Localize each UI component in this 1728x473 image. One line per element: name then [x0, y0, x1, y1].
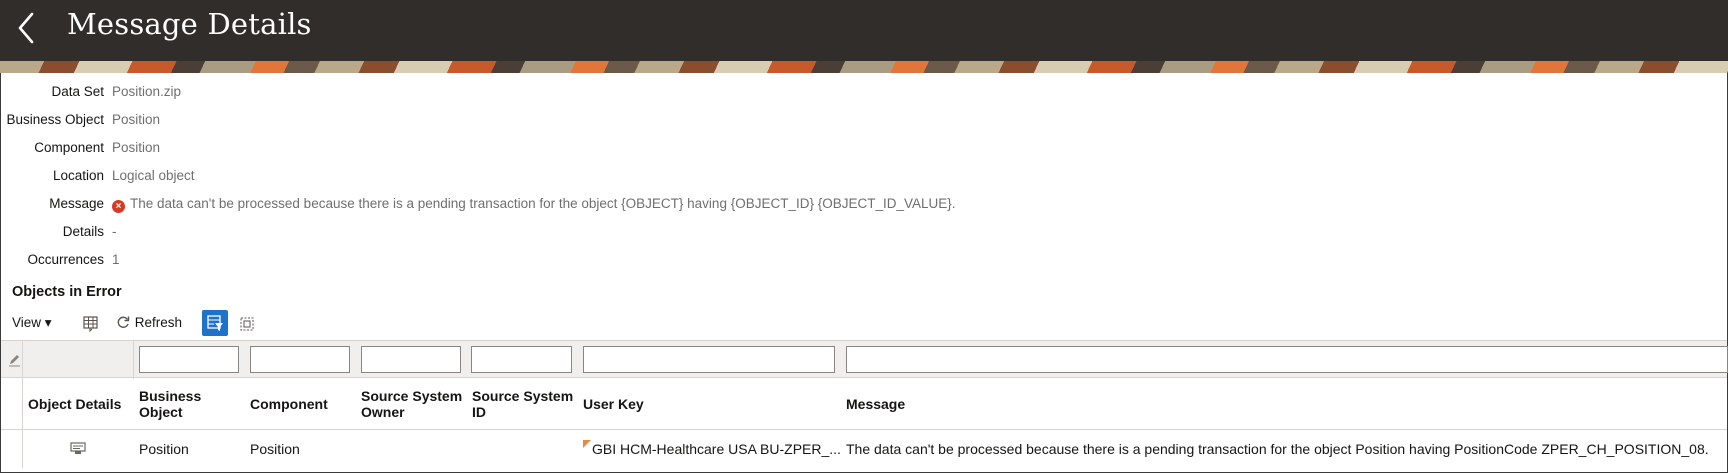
message-value: The data can't be processed because ther… [130, 196, 956, 211]
column-header-source-system-id[interactable]: Source System ID [466, 378, 577, 430]
objects-in-error-title: Objects in Error [12, 284, 122, 300]
location-label: Location [52, 168, 104, 183]
table-header-row: Object Details Business Object Component… [1, 378, 1727, 430]
column-header-user-key[interactable]: User Key [577, 378, 840, 430]
filter-separator [133, 341, 134, 379]
changed-flag-icon [583, 440, 591, 448]
business-object-filter-input[interactable] [139, 346, 239, 373]
business-object-label: Business Object [6, 112, 104, 127]
table-row[interactable]: Position Position GBI HCM-Healthcare USA… [1, 430, 1727, 468]
user-key-cell: GBI HCM-Healthcare USA BU-ZPER_... [577, 430, 840, 468]
business-object-field: Business Object Position [0, 112, 1000, 132]
column-header-object-details[interactable]: Object Details [22, 378, 133, 430]
component-filter-input[interactable] [250, 346, 350, 373]
message-field: Message × The data can't be processed bec… [0, 196, 1100, 216]
user-key-value: GBI HCM-Healthcare USA BU-ZPER_... [592, 441, 840, 457]
component-field: Component Position [0, 140, 1000, 160]
column-header-source-system-owner[interactable]: Source System Owner [355, 378, 466, 430]
message-filter-input[interactable] [846, 346, 1728, 373]
business-object-value: Position [112, 112, 161, 127]
details-value: - [112, 224, 117, 239]
back-icon[interactable] [12, 8, 42, 48]
data-set-field: Data Set Position.zip [0, 84, 1000, 104]
object-details-cell[interactable] [22, 430, 133, 468]
user-key-filter-input[interactable] [583, 346, 835, 373]
query-by-example-button[interactable] [202, 310, 228, 336]
error-icon: × [112, 200, 125, 213]
source-system-id-filter-input[interactable] [471, 346, 572, 373]
location-value: Logical object [112, 168, 195, 183]
table-filter-row [1, 340, 1728, 379]
refresh-icon [117, 316, 130, 328]
data-set-value: Position.zip [112, 84, 182, 99]
message-value-wrap: × The data can't be processed because the… [112, 196, 956, 213]
column-header-message[interactable]: Message [840, 378, 1727, 430]
source-system-id-cell [466, 430, 577, 468]
component-value: Position [112, 140, 161, 155]
header-banner-image [0, 61, 1728, 73]
component-label: Component [34, 140, 104, 155]
object-details-icon[interactable] [69, 441, 86, 458]
page-title: Message Details [67, 7, 312, 41]
objects-in-error-table: Object Details Business Object Component… [1, 340, 1728, 472]
column-header-business-object[interactable]: Business Object [133, 378, 244, 430]
details-label: Details [62, 224, 104, 239]
data-set-label: Data Set [51, 84, 104, 99]
column-header-component[interactable]: Component [244, 378, 355, 430]
message-label: Message [49, 196, 104, 211]
view-menu[interactable]: View ▾ [12, 315, 52, 331]
refresh-button[interactable]: Refresh [116, 315, 182, 330]
query-by-example-icon [207, 315, 223, 331]
source-system-owner-cell [355, 430, 466, 468]
refresh-label: Refresh [134, 315, 183, 330]
occurrences-field: Occurrences 1 [0, 252, 1000, 272]
source-system-owner-filter-input[interactable] [361, 346, 461, 373]
detach-icon[interactable] [238, 315, 256, 333]
location-field: Location Logical object [0, 168, 1000, 188]
component-cell: Position [250, 441, 300, 457]
freeze-columns-icon[interactable] [82, 314, 100, 333]
filter-separator [22, 341, 23, 379]
details-field: Details - [0, 224, 1000, 244]
occurrences-value: 1 [112, 252, 120, 267]
pencil-icon [8, 353, 22, 367]
message-cell: The data can't be processed because ther… [846, 441, 1709, 457]
page-header: Message Details [0, 0, 1728, 61]
occurrences-label: Occurrences [27, 252, 104, 267]
business-object-cell: Position [139, 441, 189, 457]
